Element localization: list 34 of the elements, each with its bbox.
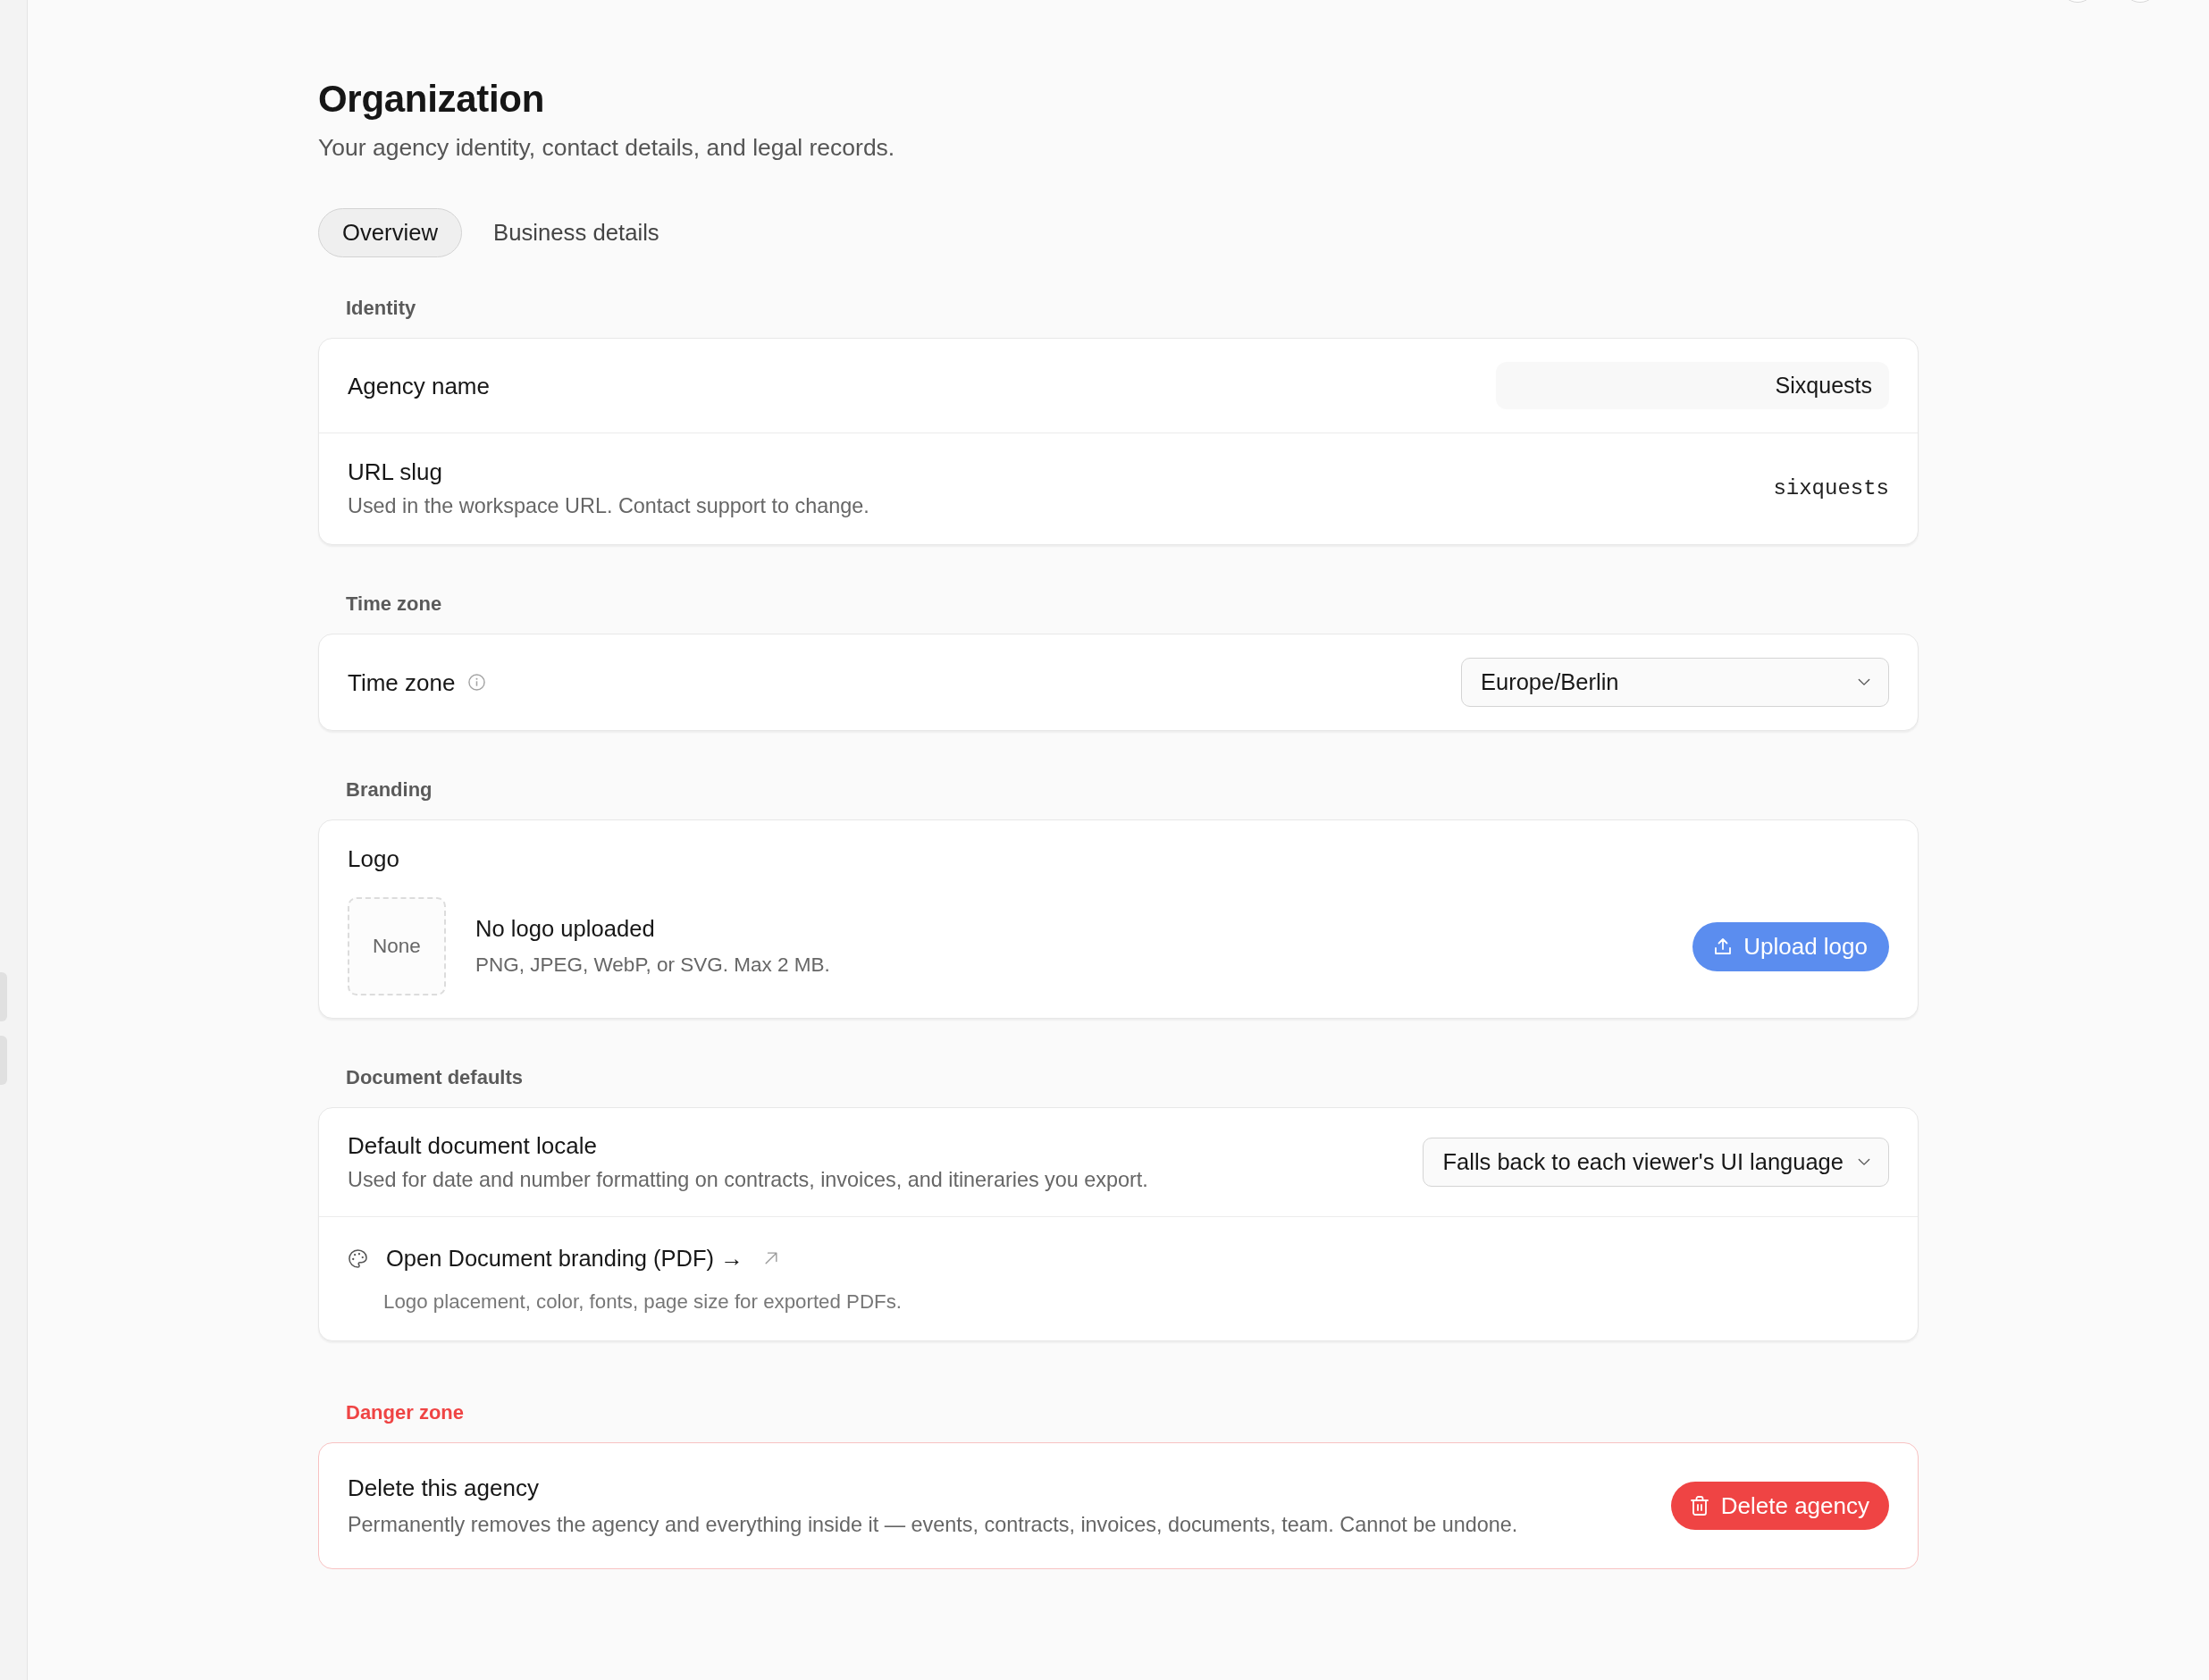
field-description: Used in the workspace URL. Contact support to change. [348,493,869,519]
dropdown[interactable]: Europe/Berlin [1461,658,1889,707]
upload-status: No logo uploaded [475,915,655,943]
field-description: Permanently removes the agency and everything inside it — events, contracts, invoices, documents, team. Cannot be undone. [348,1512,1518,1538]
chevron-down-icon [1858,678,1870,686]
field-label: Default document locale [348,1131,597,1160]
field-label: Time zone [348,668,456,697]
field-label: URL slug [348,458,442,486]
slug-text: sixquests [1773,476,1889,500]
field-description: Used for date and number formatting on contracts, invoices, and itineraries you export. [348,1167,1148,1193]
dropdown[interactable]: Falls back to each viewer's UI language [1423,1138,1889,1187]
palette-icon [348,1247,368,1269]
settings-link[interactable]: Open Document branding (PDF) → [386,1244,743,1273]
section-heading: Branding [346,777,433,802]
link-description: Logo placement, color, fonts, page size for exported PDFs. [383,1289,903,1315]
section-heading: Identity [346,296,416,321]
field-label: Delete this agency [348,1474,539,1502]
page-subtitle: Your agency identity, contact details, and legal records. [318,133,895,162]
field-label: Logo [348,844,399,873]
delete-button[interactable]: Delete agency [1670,1482,1889,1530]
page-title: Organization [318,77,545,122]
field-label: Agency name [348,371,490,400]
info-icon[interactable] [468,674,486,691]
section-heading: Time zone [346,592,442,617]
logo-upload-field[interactable]: None [348,897,446,995]
upload-icon [1714,937,1733,955]
section-heading: Danger zone [346,1400,465,1425]
text-field[interactable]: Sixquests [1496,362,1889,409]
chevron-down-icon [1858,1158,1870,1166]
section-heading: Document defaults [346,1065,524,1090]
trash-icon [1690,1496,1709,1516]
tab[interactable]: Overview [318,208,463,257]
tab[interactable]: Business details [469,208,684,257]
upload-hint: PNG, JPEG, WebP, or SVG. Max 2 MB. [475,953,830,978]
